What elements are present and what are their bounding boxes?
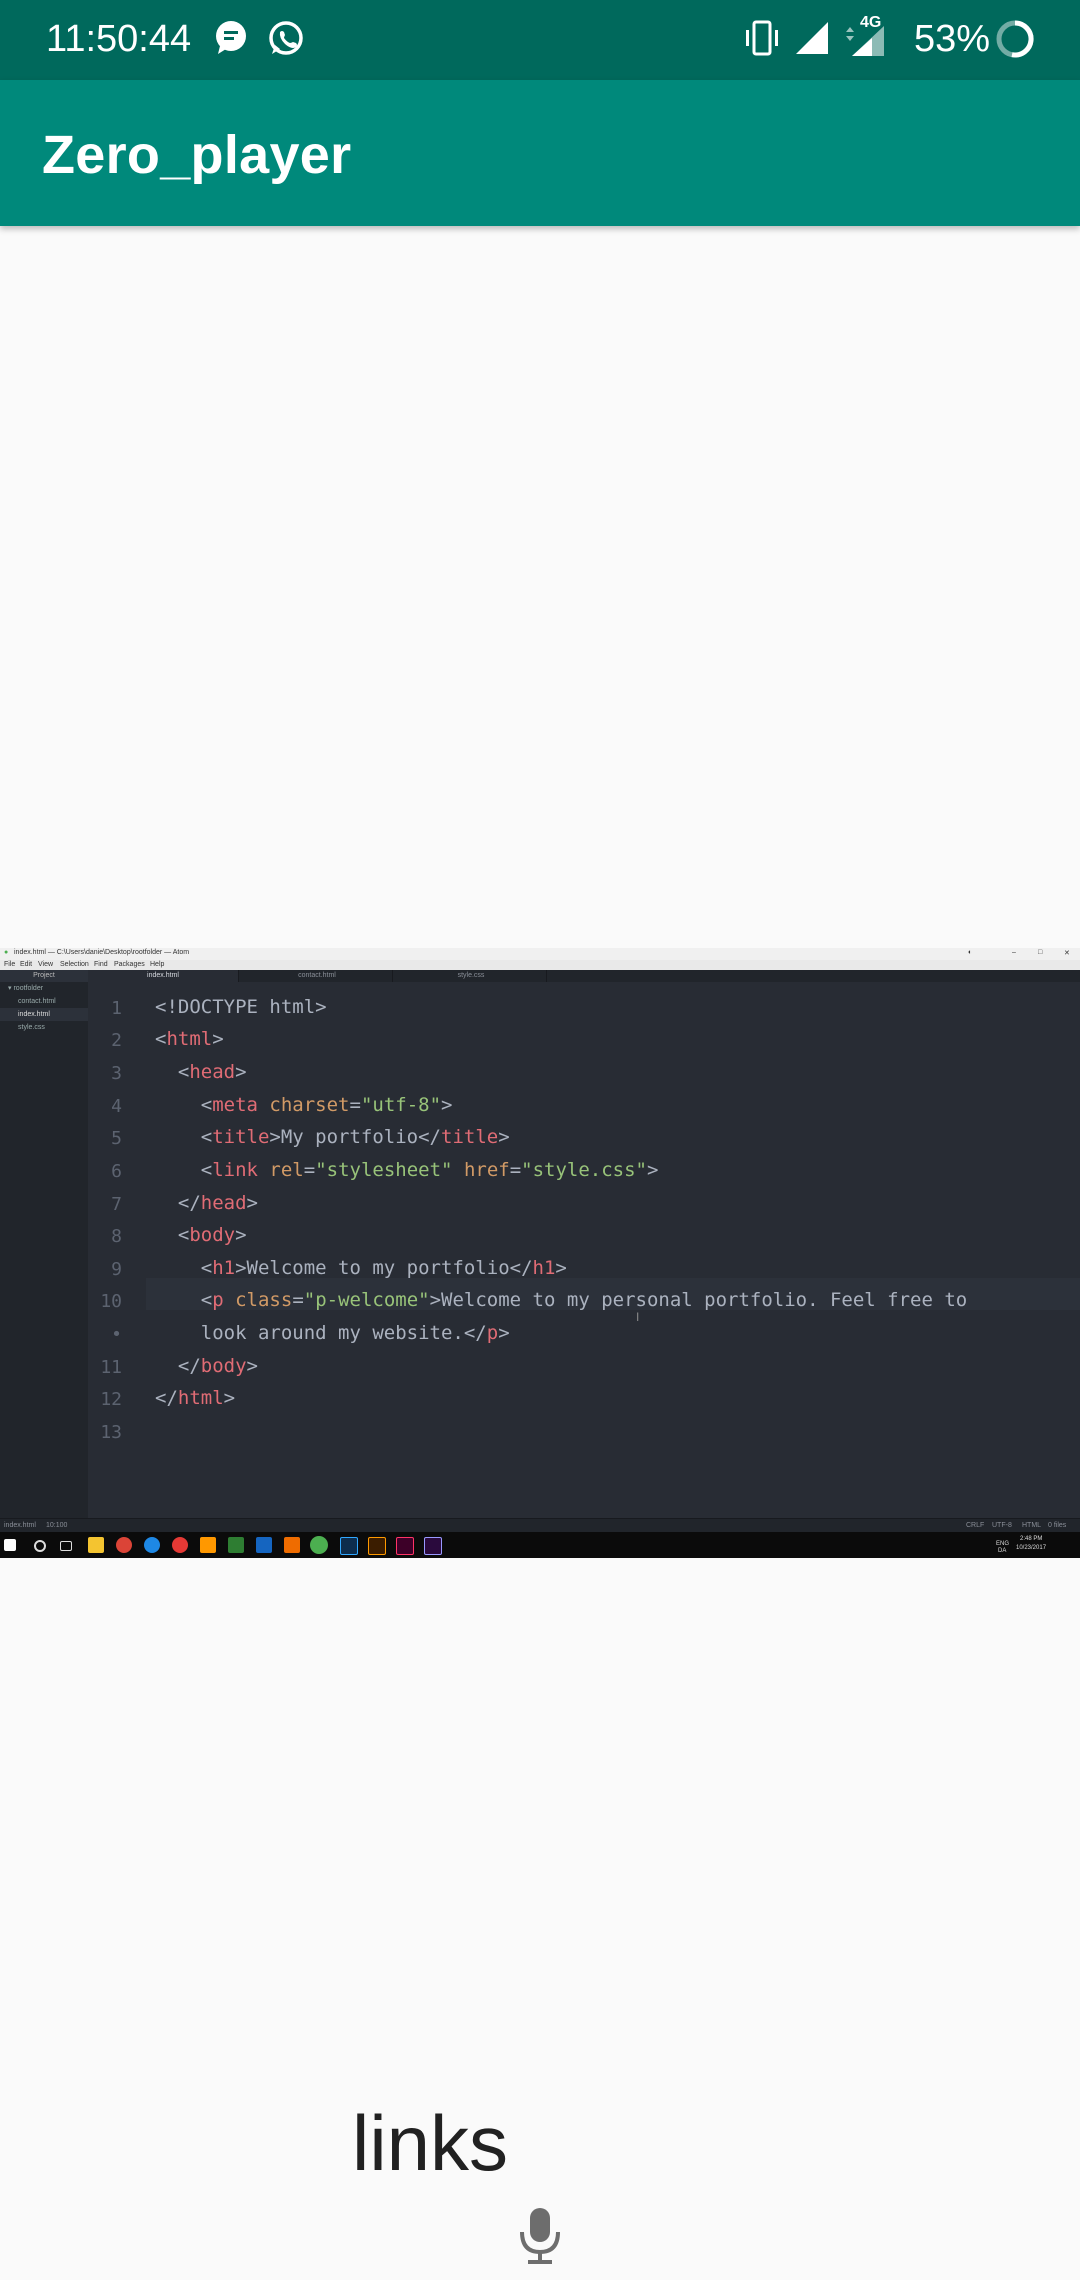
line-number: 9 xyxy=(111,1259,122,1280)
status-time: 11:50:44 xyxy=(46,18,192,60)
line-number-wrap: • xyxy=(111,1324,122,1345)
line-number: 3 xyxy=(111,1063,122,1084)
maximize-icon: □ xyxy=(1038,949,1043,956)
code-line: <head> xyxy=(155,1061,247,1083)
menu-edit: Edit xyxy=(20,961,33,968)
app-icon xyxy=(172,1537,188,1553)
status-file: index.html xyxy=(4,1522,36,1529)
line-gutter: 1 2 3 4 5 6 7 8 9 10 • 11 12 13 xyxy=(88,982,146,1518)
tree-file-contact: contact.html xyxy=(18,998,56,1005)
menu-selection: Selection xyxy=(60,961,89,968)
code-line: </head> xyxy=(155,1192,258,1214)
file-explorer-icon xyxy=(88,1537,104,1553)
line-number: 13 xyxy=(100,1422,122,1443)
status-line-ending: CRLF xyxy=(966,1522,985,1529)
taskbar-date: 10/23/2017 xyxy=(1016,1545,1047,1551)
editor-tabs: index.html contact.html style.css xyxy=(88,970,1080,982)
atom-logo-icon: ● xyxy=(4,949,9,956)
edge-icon xyxy=(144,1537,160,1553)
speech-caption: links xyxy=(352,2099,509,2187)
word-icon xyxy=(256,1537,272,1553)
taskbar-region: DA xyxy=(998,1548,1007,1554)
text-cursor-icon: I xyxy=(636,1310,640,1324)
tab-style: style.css xyxy=(396,970,547,982)
code-editor: 1 2 3 4 5 6 7 8 9 10 • 11 12 13 <!DOCTYP… xyxy=(88,982,1080,1518)
code-line: </body> xyxy=(155,1355,258,1377)
code-line: <body> xyxy=(155,1224,247,1246)
app-bar: Zero_player xyxy=(0,80,1080,226)
tree-file-index: index.html xyxy=(0,1008,88,1021)
excel-icon xyxy=(228,1537,244,1553)
tree-file-style: style.css xyxy=(18,1024,45,1031)
menu-help: Help xyxy=(150,961,165,968)
battery-percent: 53% xyxy=(914,18,991,60)
video-frame[interactable]: ● index.html — C:\Users\danie\Desktop\ro… xyxy=(0,948,1080,1558)
taskbar-lang: ENG xyxy=(996,1541,1010,1547)
code-line: <link rel="stylesheet" href="style.css"> xyxy=(155,1159,659,1181)
line-number: 2 xyxy=(111,1030,122,1051)
signal-icon xyxy=(794,18,830,63)
tree-root-folder: ▾ rootfolder xyxy=(8,985,44,992)
status-bar: 11:50:44 4G 53% xyxy=(0,0,1080,80)
windows-start-icon xyxy=(4,1539,16,1551)
illustrator-icon xyxy=(368,1537,386,1555)
app-title: Zero_player xyxy=(42,125,352,185)
settings-icon: ◐ xyxy=(968,949,973,956)
indesign-icon xyxy=(396,1537,414,1555)
signal-4g-icon: 4G xyxy=(842,14,892,67)
code-line: <!DOCTYPE html> xyxy=(155,996,327,1018)
menu-file: File xyxy=(4,961,16,968)
status-files: 0 files xyxy=(1048,1522,1067,1529)
atom-title-bar: ● index.html — C:\Users\danie\Desktop\ro… xyxy=(0,948,1080,960)
tree-header: Project xyxy=(0,970,88,982)
tab-index: index.html xyxy=(88,970,239,982)
project-tree: Project ▾ rootfolder contact.html index.… xyxy=(0,970,89,1518)
atom-taskbar-icon xyxy=(310,1536,328,1554)
network-type: 4G xyxy=(860,14,882,31)
folder-name: rootfolder xyxy=(13,985,44,992)
message-icon xyxy=(214,18,248,63)
line-number: 11 xyxy=(100,1357,122,1378)
vibrate-icon xyxy=(744,18,780,63)
chrome-icon xyxy=(116,1537,132,1553)
atom-window-title: index.html — C:\Users\danie\Desktop\root… xyxy=(14,949,190,956)
taskbar-time: 2:48 PM xyxy=(1020,1536,1043,1542)
battery-icon xyxy=(994,18,1036,65)
code-line: <title>My portfolio</title> xyxy=(155,1126,510,1148)
close-icon: ✕ xyxy=(1064,950,1070,957)
app-icon xyxy=(284,1537,300,1553)
menu-view: View xyxy=(38,961,54,968)
menu-packages: Packages xyxy=(114,961,145,968)
photoshop-icon xyxy=(340,1537,358,1555)
line-number: 6 xyxy=(111,1161,122,1182)
microphone-icon[interactable] xyxy=(518,2206,562,2271)
status-encoding: UTF-8 xyxy=(992,1522,1012,1529)
line-number: 7 xyxy=(111,1194,122,1215)
task-view-icon xyxy=(60,1541,72,1551)
code-line: <h1>Welcome to my portfolio</h1> xyxy=(155,1257,567,1279)
line-number: 10 xyxy=(100,1291,122,1312)
menu-find: Find xyxy=(94,961,108,968)
status-grammar: HTML xyxy=(1022,1522,1042,1529)
tab-contact: contact.html xyxy=(242,970,393,982)
code-line: <meta charset="utf-8"> xyxy=(155,1094,453,1116)
line-number: 1 xyxy=(111,998,122,1019)
search-icon xyxy=(34,1540,46,1552)
whatsapp-icon xyxy=(266,18,306,63)
code-line: <p class="p-welcome">Welcome to my perso… xyxy=(155,1289,968,1311)
code-line: </html> xyxy=(155,1387,236,1409)
line-number: 4 xyxy=(111,1096,122,1117)
line-number: 8 xyxy=(111,1226,122,1247)
status-position: 10:100 xyxy=(46,1522,68,1529)
atom-menu-bar: File Edit View Selection Find Packages H… xyxy=(0,960,1080,970)
line-number: 12 xyxy=(100,1389,122,1410)
atom-status-bar: index.html 10:100 CRLF UTF-8 HTML 0 file… xyxy=(0,1518,1080,1533)
code-line: look around my website.</p> xyxy=(155,1322,510,1344)
minimize-icon: – xyxy=(1012,949,1016,956)
app-icon xyxy=(200,1537,216,1553)
line-number: 5 xyxy=(111,1128,122,1149)
premiere-icon xyxy=(424,1537,442,1555)
windows-taskbar: ENG DA 2:48 PM 10/23/2017 xyxy=(0,1532,1080,1558)
code-line: <html> xyxy=(155,1028,224,1050)
